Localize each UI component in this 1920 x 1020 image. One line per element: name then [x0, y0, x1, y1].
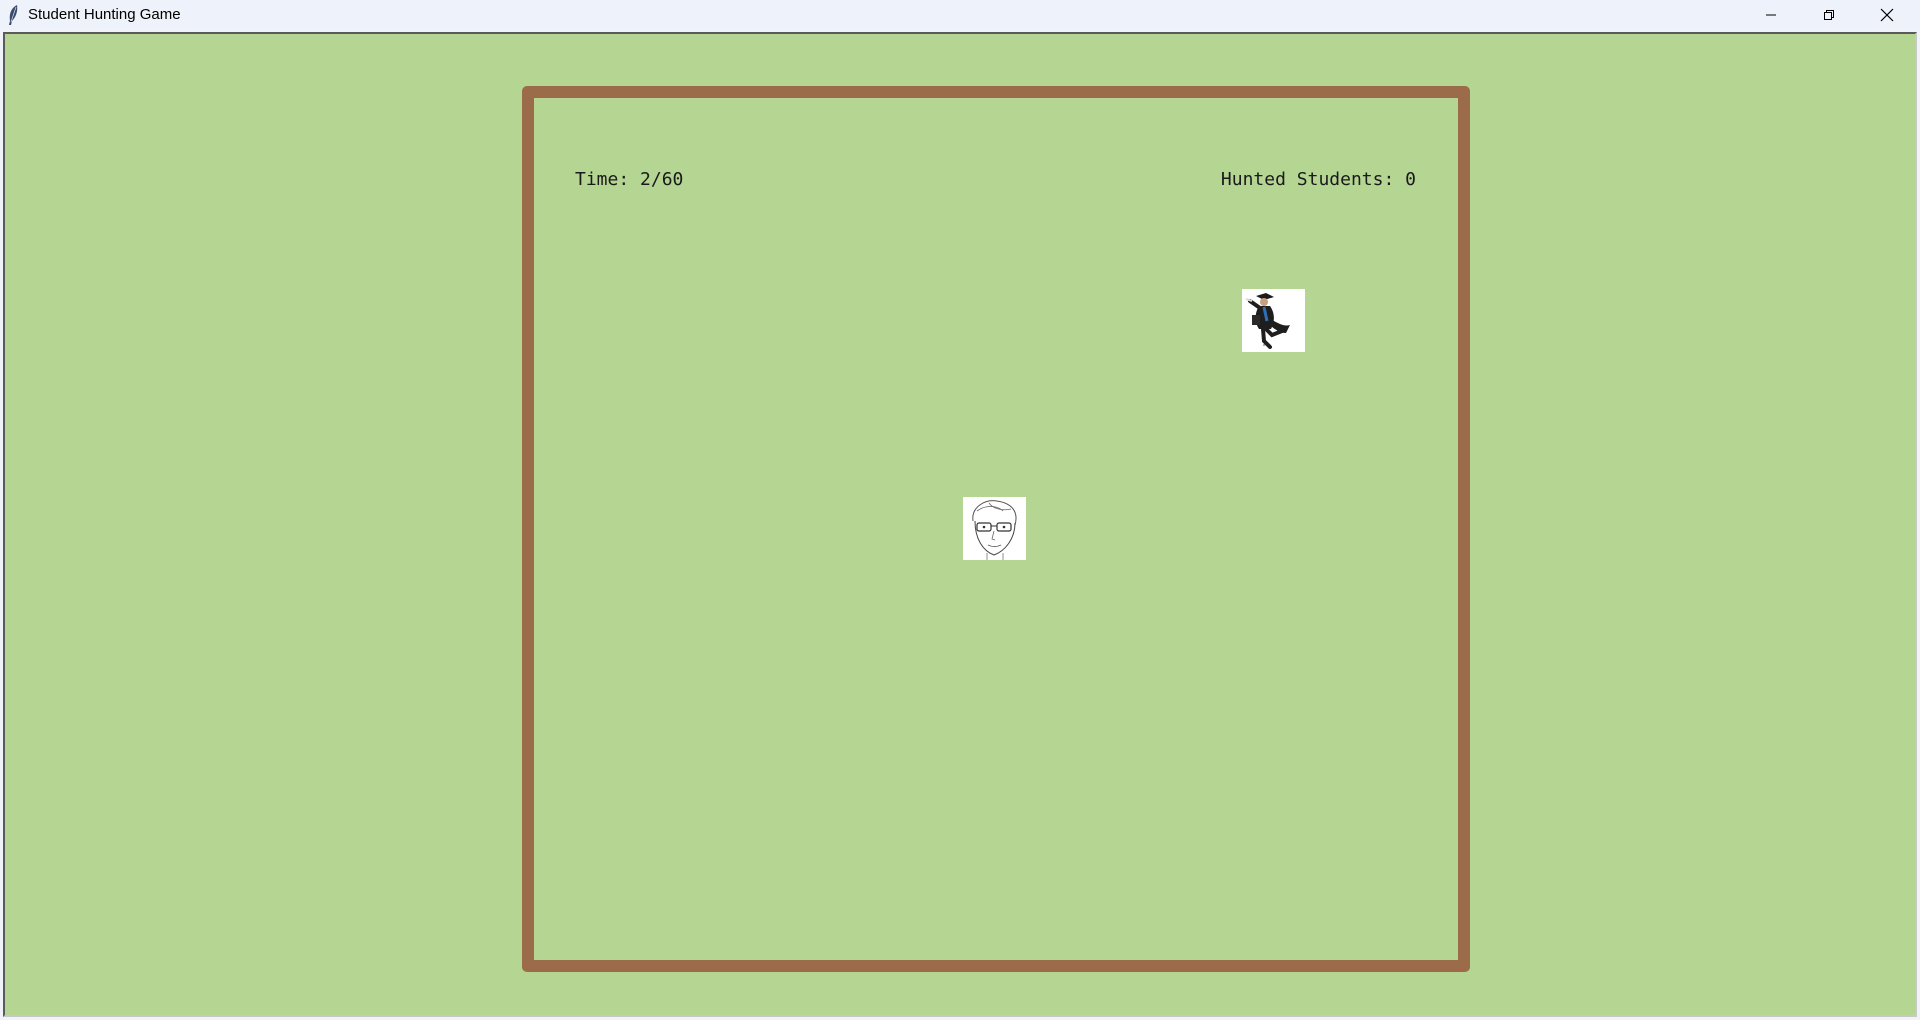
window-title: Student Hunting Game	[28, 6, 181, 23]
hunter-sprite[interactable]	[963, 497, 1026, 560]
minimize-icon	[1766, 14, 1776, 16]
time-label: Time: 2/60	[575, 169, 684, 190]
restore-button[interactable]	[1800, 0, 1858, 30]
restore-icon	[1824, 10, 1834, 20]
app-window: Student Hunting Game Time: 2/60 Hunted S…	[0, 0, 1920, 1020]
minimize-button[interactable]	[1742, 0, 1800, 30]
close-button[interactable]	[1858, 0, 1916, 30]
title-bar[interactable]: Student Hunting Game	[0, 0, 1920, 30]
running-student-icon	[1242, 289, 1305, 352]
feather-icon	[9, 5, 18, 25]
face-sketch-icon	[963, 497, 1026, 560]
student-sprite[interactable]	[1242, 289, 1305, 352]
hunted-students-label: Hunted Students: 0	[1220, 169, 1416, 190]
close-icon	[1880, 8, 1894, 22]
